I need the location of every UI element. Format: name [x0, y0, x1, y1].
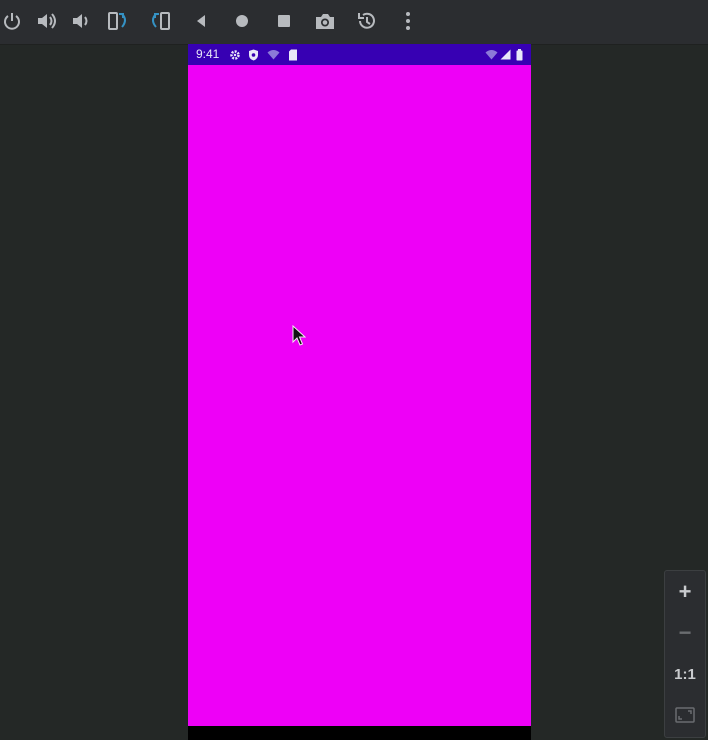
device-screen[interactable]: 9:41 — [188, 44, 531, 740]
rotate-left-button[interactable] — [103, 6, 133, 36]
home-circle-icon — [236, 15, 248, 27]
power-icon — [4, 13, 20, 30]
actual-size-button[interactable]: 1:1 — [665, 654, 705, 694]
mouse-cursor-icon — [292, 325, 306, 346]
back-button[interactable] — [186, 6, 216, 36]
wifi-icon — [485, 50, 498, 60]
volume-down-icon — [73, 14, 88, 28]
settings-icon — [230, 50, 240, 60]
volume-up-icon — [38, 13, 56, 29]
fit-screen-button[interactable] — [665, 695, 705, 735]
rotate-right-icon — [152, 12, 170, 30]
volume-up-button[interactable] — [32, 6, 62, 36]
zoom-out-button[interactable]: − — [665, 613, 705, 653]
rotate-left-icon — [108, 12, 126, 30]
status-time: 9:41 — [196, 47, 220, 61]
back-triangle-icon — [197, 15, 205, 27]
rotate-right-button[interactable] — [145, 6, 175, 36]
zoom-controls: + − 1:1 — [664, 570, 706, 738]
snapshot-button[interactable] — [352, 6, 382, 36]
power-button[interactable] — [0, 6, 27, 36]
more-vert-icon — [406, 12, 410, 30]
signal-icon — [500, 49, 511, 60]
overview-square-icon — [278, 15, 290, 27]
fit-screen-icon — [675, 707, 695, 723]
volume-down-button[interactable] — [66, 6, 96, 36]
navigation-bar — [188, 726, 531, 740]
battery-icon — [516, 49, 523, 61]
camera-icon — [316, 14, 334, 29]
shield-icon — [249, 49, 258, 61]
wifi-icon — [267, 50, 280, 60]
more-button[interactable] — [393, 6, 423, 36]
home-button[interactable] — [227, 6, 257, 36]
overview-button[interactable] — [269, 6, 299, 36]
app-content[interactable] — [188, 65, 531, 726]
zoom-in-button[interactable]: + — [665, 572, 705, 612]
status-bar: 9:41 — [188, 44, 531, 65]
screenshot-button[interactable] — [310, 6, 340, 36]
sim-card-icon — [289, 49, 297, 61]
history-icon — [358, 12, 375, 29]
emulator-toolbar — [0, 0, 708, 45]
